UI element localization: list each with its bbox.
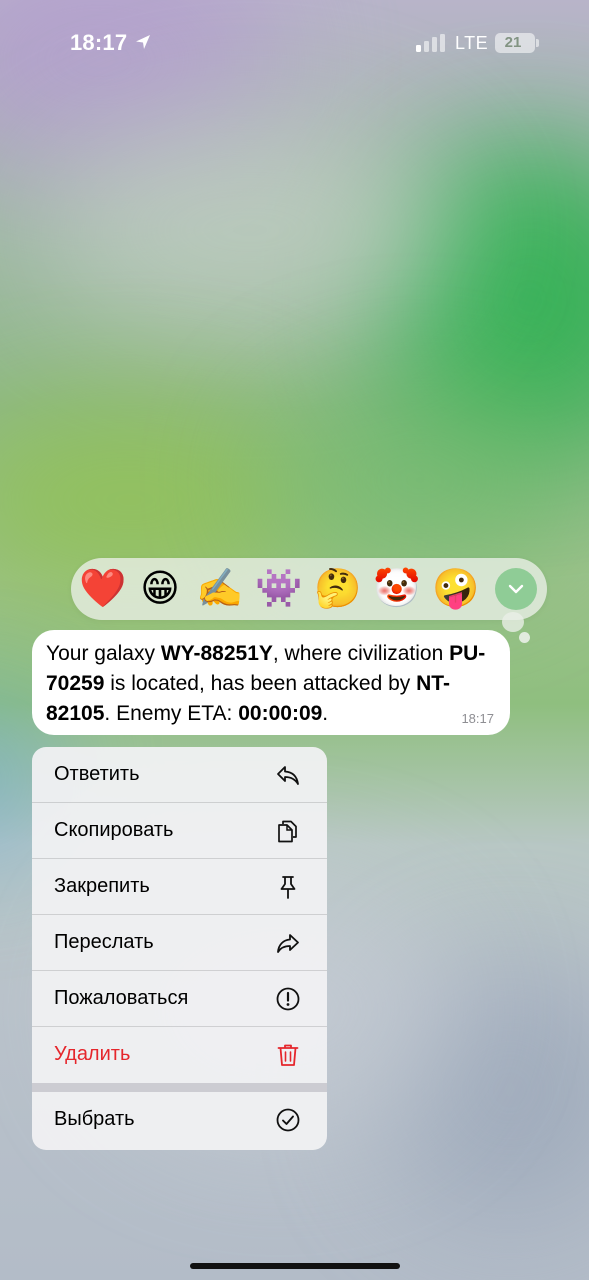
galaxy-id: WY-88251Y [160,642,273,665]
checkmark-circle-icon [276,1108,300,1132]
reaction-thinking-face-icon[interactable]: 🤔 [314,566,361,612]
trash-icon [277,1044,299,1066]
reaction-writing-hand-icon[interactable]: ✍️ [196,566,243,612]
battery-level: 21 [504,34,522,51]
reaction-tail-dot [519,632,530,643]
exclamation-circle-icon [276,987,300,1011]
message-timestamp: 18:17 [461,711,494,726]
expand-reactions-button[interactable] [495,568,537,610]
reaction-heart-icon[interactable]: ❤️ [79,566,126,612]
menu-item-pin[interactable]: Закрепить [32,859,327,915]
reaction-zany-face-icon[interactable]: 🤪 [432,566,479,612]
signal-bars-icon [416,34,445,52]
reaction-clown-face-icon[interactable]: 🤡 [373,566,420,612]
pin-icon [280,876,296,899]
message-bubble[interactable]: Your galaxy WY-88251Y, where civilizatio… [32,630,510,735]
menu-group-separator [32,1083,327,1092]
message-text: Your galaxy WY-88251Y, where civilizatio… [46,642,486,725]
reaction-grin-icon[interactable]: 😁 [137,566,183,612]
menu-item-forward[interactable]: Переслать [32,915,327,971]
status-bar: 18:17 LTE 21 [0,0,589,88]
reaction-alien-monster-icon[interactable]: 👾 [255,566,302,612]
menu-item-copy[interactable]: Скопировать [32,803,327,859]
menu-item-select[interactable]: Выбрать [32,1092,327,1148]
home-indicator [190,1263,400,1269]
menu-item-report[interactable]: Пожаловаться [32,971,327,1027]
reaction-tail-bubble [502,612,524,632]
reply-arrow-icon [277,766,299,785]
location-arrow-icon [136,35,150,49]
status-time: 18:17 [70,30,128,55]
forward-arrow-icon [277,934,299,953]
copy-icon [278,820,297,843]
menu-item-delete[interactable]: Удалить [32,1027,327,1083]
battery-icon: 21 [495,33,535,53]
reaction-bar: ❤️ 😁 ✍️ 👾 🤔 🤡 🤪 [71,558,547,620]
enemy-eta: 00:00:09 [238,702,323,725]
context-menu: Ответить Скопировать Закрепить Переслать… [32,747,327,1150]
menu-item-reply[interactable]: Ответить [32,747,327,803]
chevron-down-icon [508,584,524,594]
network-type: LTE [455,33,489,53]
battery-cap [536,39,539,47]
